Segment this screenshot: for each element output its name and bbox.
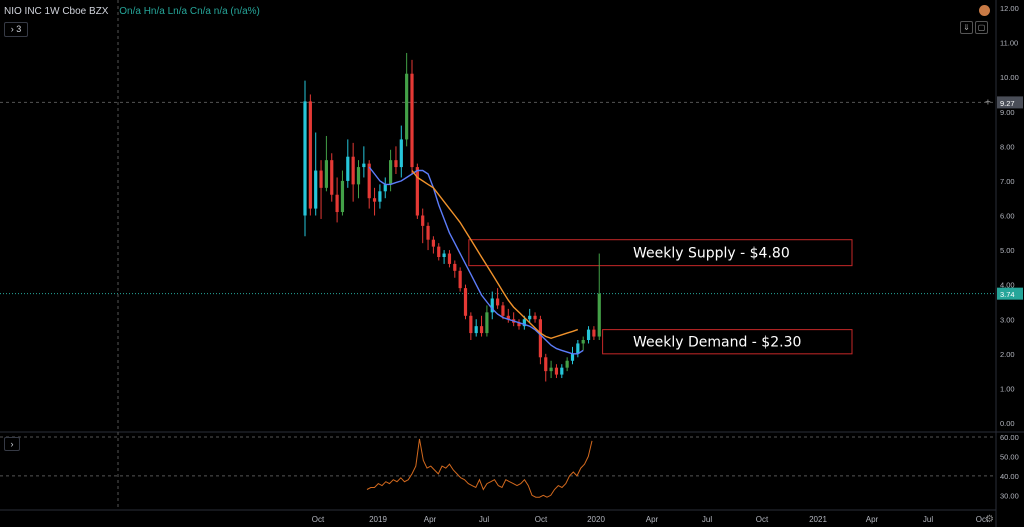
- x-tick-label: 2021: [809, 515, 827, 524]
- x-tick-label: Oct: [312, 515, 325, 524]
- candle-body: [485, 312, 489, 334]
- y-tick-label: 6.00: [1000, 212, 1015, 221]
- x-tick-label: Apr: [866, 515, 879, 524]
- y-tick-label: 3.00: [1000, 315, 1015, 324]
- candle-body: [501, 305, 505, 316]
- candle-body: [383, 184, 387, 192]
- candle-body: [463, 288, 468, 316]
- candle-body: [431, 239, 435, 247]
- candle-body: [549, 367, 553, 372]
- indicator-toggle-button[interactable]: › 3: [4, 22, 28, 37]
- rsi-tick-label: 60.00: [1000, 433, 1019, 442]
- x-tick-label: Apr: [424, 515, 437, 524]
- candle-body: [405, 73, 409, 140]
- candle-body: [597, 293, 601, 337]
- candle-body: [447, 253, 452, 264]
- logo-icon: [979, 5, 990, 16]
- candle-body: [362, 163, 366, 168]
- candle-body: [565, 360, 569, 368]
- candle-body: [533, 315, 537, 320]
- x-tick-label: 2020: [587, 515, 605, 524]
- candle-body: [538, 319, 542, 358]
- candle-body: [421, 215, 425, 226]
- y-tick-label: 12.00: [1000, 4, 1019, 13]
- candle-body: [335, 194, 339, 213]
- candle-body: [560, 367, 564, 375]
- rsi-line: [366, 438, 593, 498]
- candle-body: [458, 270, 462, 289]
- download-icon[interactable]: ⇓: [960, 21, 973, 34]
- y-tick-label: 2.00: [1000, 350, 1015, 359]
- candle-body: [351, 156, 355, 185]
- chart-header: NIO INC 1W Cboe BZX On/a Hn/a Ln/a Cn/a …: [4, 6, 260, 17]
- ma-slow-line: [411, 170, 579, 340]
- rsi-tick-label: 30.00: [1000, 491, 1019, 500]
- subpane-toggle-button[interactable]: ›: [4, 437, 20, 451]
- candle-body: [528, 315, 532, 320]
- y-tick-label: 1.00: [1000, 384, 1015, 393]
- candle-body: [592, 329, 596, 337]
- y-tick-label: 5.00: [1000, 246, 1015, 255]
- y-tick-label: 7.00: [1000, 177, 1015, 186]
- candle-body: [453, 263, 457, 271]
- candle-body: [410, 73, 414, 168]
- x-tick-label: Jul: [702, 515, 712, 524]
- symbol-label: NIO INC 1W Cboe BZX: [4, 6, 109, 17]
- candle-body: [314, 170, 318, 209]
- candle-body: [544, 357, 548, 372]
- y-tick-label: 10.00: [1000, 73, 1019, 82]
- crosshair-price-label: 9.27: [1000, 99, 1015, 108]
- candle-body: [474, 326, 478, 334]
- x-tick-label: 2019: [369, 515, 387, 524]
- y-tick-label: 0.00: [1000, 419, 1015, 428]
- crosshair-plus-icon: +: [985, 97, 991, 108]
- candle-body: [437, 246, 441, 257]
- y-tick-label: 8.00: [1000, 142, 1015, 151]
- candle-body: [372, 198, 377, 202]
- rsi-tick-label: 40.00: [1000, 472, 1019, 481]
- candle-body: [554, 367, 559, 375]
- ohlc-values: On/a Hn/a Ln/a Cn/a n/a (n/a%): [119, 6, 260, 17]
- candle-body: [346, 156, 350, 181]
- candle-body: [469, 315, 473, 334]
- x-tick-label: Jul: [923, 515, 933, 524]
- y-tick-label: 9.00: [1000, 108, 1015, 117]
- x-tick-label: Apr: [646, 515, 659, 524]
- last-price-label: 3.74: [1000, 290, 1015, 299]
- candle-body: [426, 225, 430, 240]
- candle-body: [586, 329, 591, 340]
- candle-body: [308, 101, 312, 209]
- x-tick-label: Oct: [535, 515, 548, 524]
- candle-body: [496, 298, 500, 306]
- candle-body: [340, 180, 345, 213]
- candle-body: [389, 160, 393, 185]
- candle-body: [319, 170, 323, 188]
- candle-body: [303, 101, 307, 216]
- zone-label: Weekly Supply - $4.80: [633, 246, 790, 262]
- fullscreen-icon[interactable]: ▢: [975, 21, 988, 34]
- candle-body: [399, 139, 403, 168]
- candle-body: [330, 160, 334, 195]
- y-tick-label: 11.00: [1000, 39, 1018, 48]
- candle-body: [442, 253, 446, 257]
- price-chart[interactable]: +12.0011.0010.009.008.007.006.005.004.00…: [0, 0, 1024, 527]
- candle-body: [356, 167, 361, 185]
- x-tick-label: Jul: [479, 515, 489, 524]
- candle-body: [479, 326, 484, 334]
- candle-body: [415, 167, 419, 216]
- candle-body: [570, 353, 575, 361]
- gear-icon[interactable]: ⚙: [985, 514, 994, 525]
- rsi-tick-label: 50.00: [1000, 452, 1019, 461]
- candle-body: [324, 160, 328, 188]
- x-tick-label: Oct: [756, 515, 769, 524]
- zone-label: Weekly Demand - $2.30: [633, 335, 801, 351]
- candle-body: [581, 340, 585, 344]
- candle-body: [394, 160, 398, 168]
- candle-body: [378, 191, 382, 202]
